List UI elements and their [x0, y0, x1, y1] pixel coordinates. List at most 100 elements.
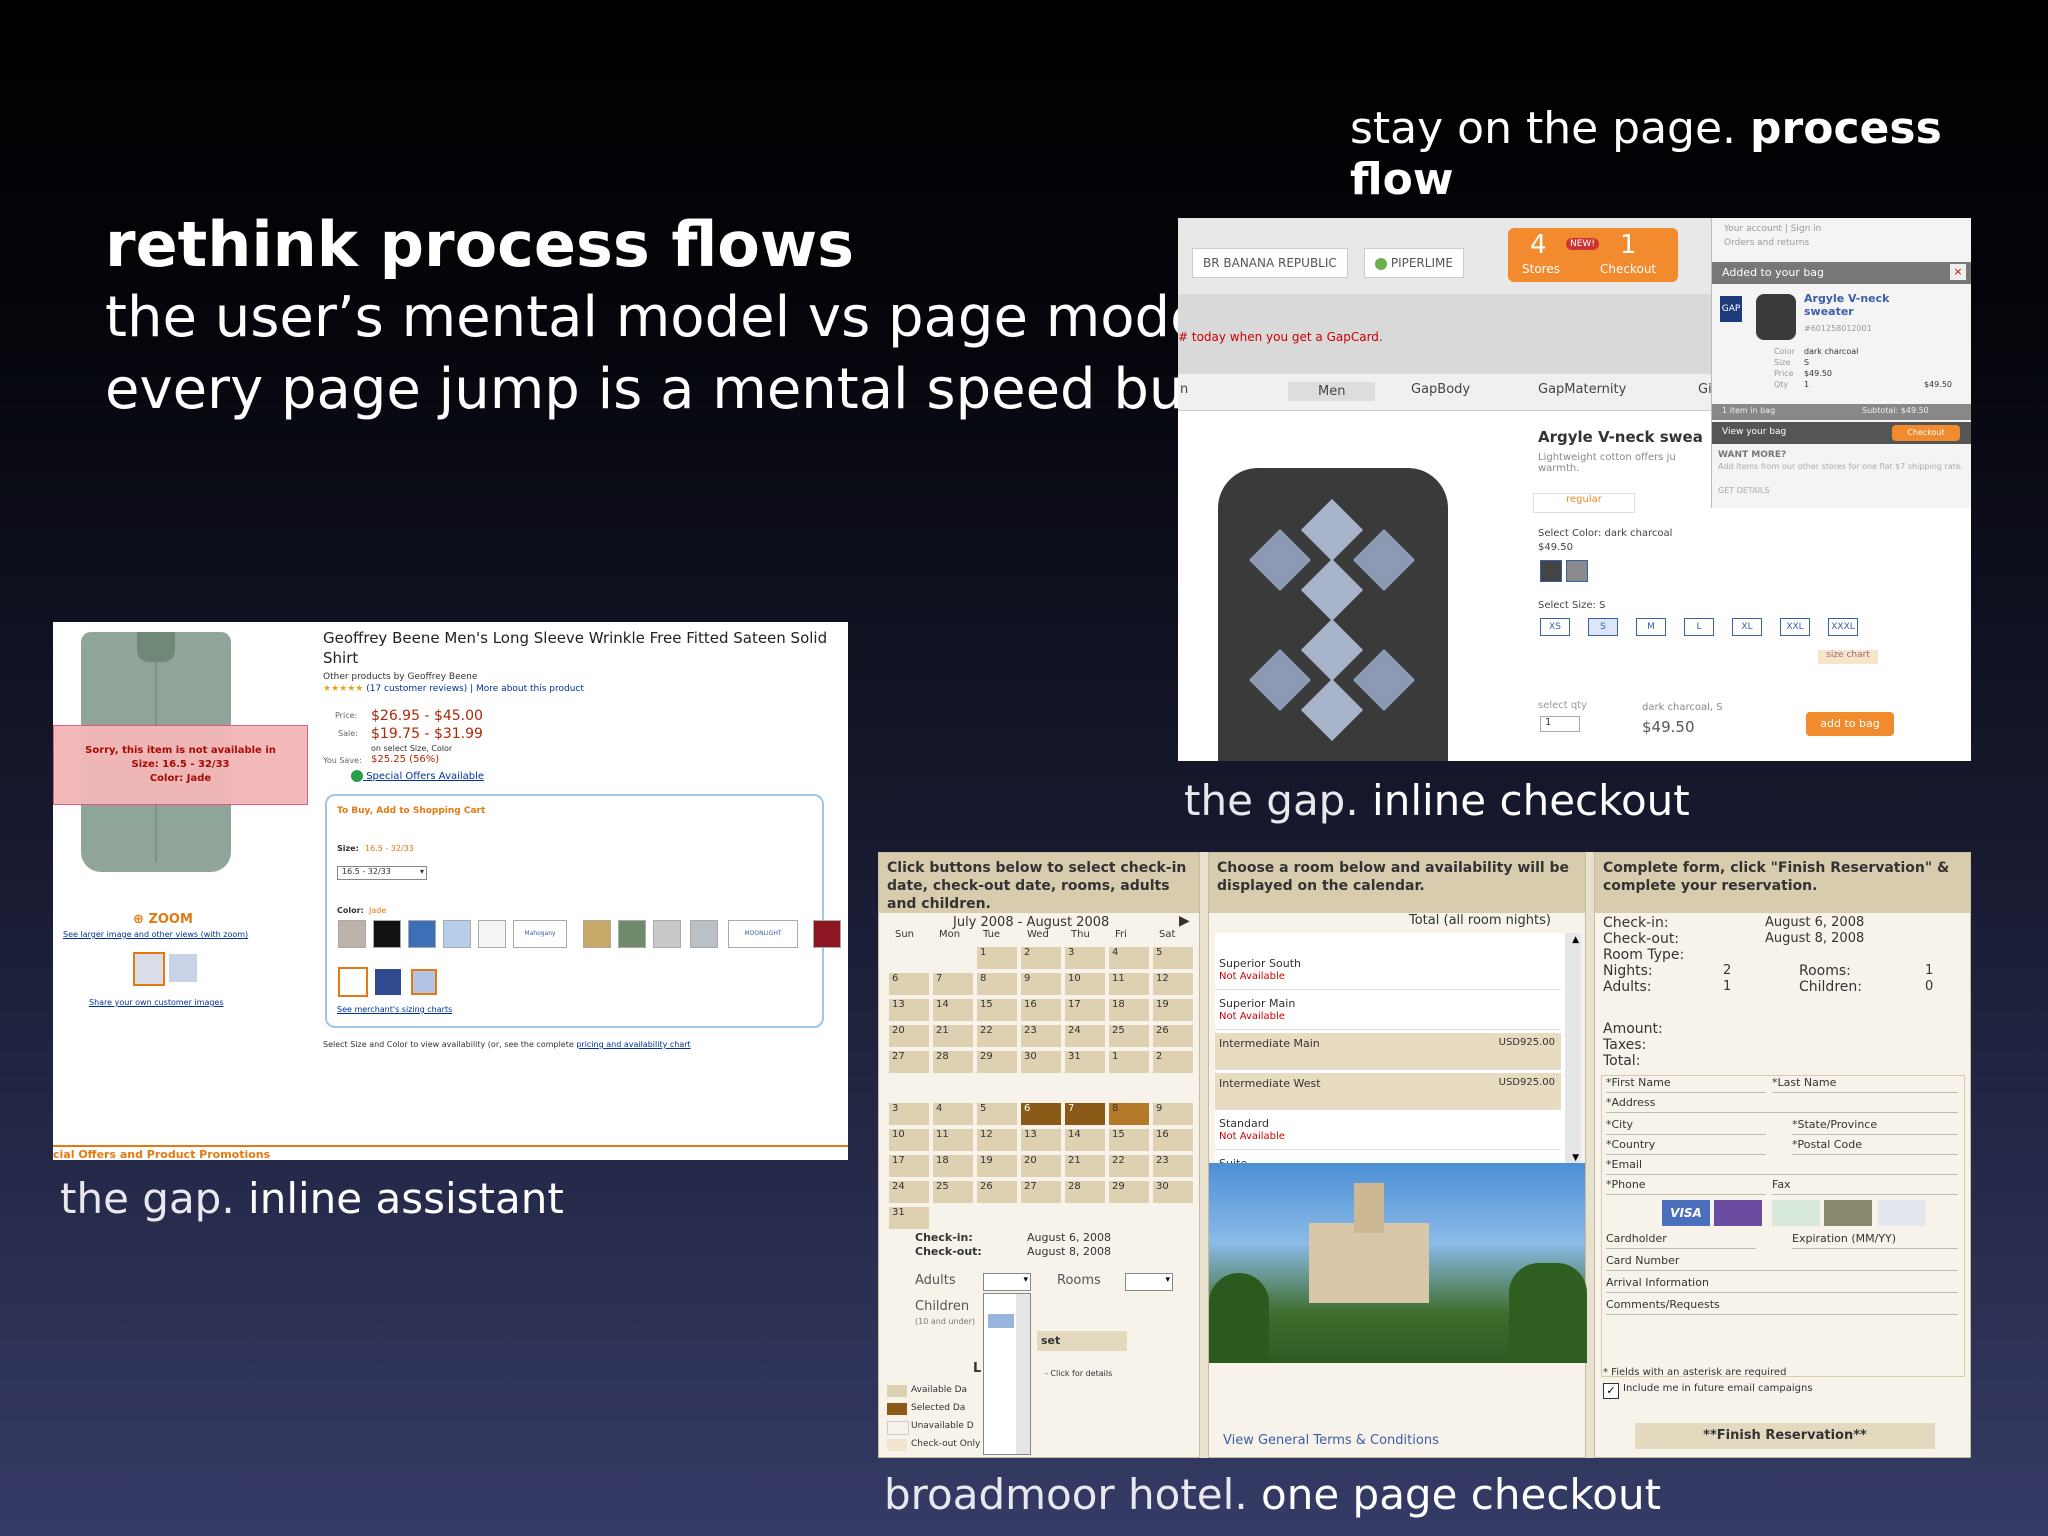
reviews-link[interactable]: (17 customer reviews) | More about this … — [366, 684, 584, 694]
finish-reservation-button[interactable]: **Finish Reservation** — [1635, 1423, 1935, 1449]
calendar-day[interactable]: 14 — [933, 999, 973, 1021]
calendar-day[interactable]: 19 — [1153, 999, 1193, 1021]
account-links[interactable]: Your account | Sign in — [1724, 224, 1821, 234]
calendar-day[interactable]: 24 — [1065, 1025, 1105, 1047]
promo-text[interactable]: # today when you get a GapCard. — [1178, 330, 1383, 344]
thumb-2[interactable] — [169, 954, 197, 982]
calendar-day[interactable]: 13 — [1021, 1129, 1061, 1151]
other-products[interactable]: Other products by Geoffrey Beene — [323, 672, 477, 682]
tab-regular[interactable]: regular — [1533, 493, 1635, 513]
mastercard-icon[interactable] — [1714, 1200, 1762, 1226]
zoom-link[interactable]: ⊕ ZOOM — [133, 912, 193, 927]
color-swatch-gray[interactable] — [1566, 560, 1588, 582]
color-swatch-charcoal[interactable] — [1540, 560, 1562, 582]
swatch-jade-selected[interactable] — [338, 967, 368, 997]
size-xs[interactable]: XS — [1540, 618, 1570, 636]
adults-select[interactable]: ▾ — [983, 1273, 1031, 1291]
calendar-day[interactable]: 31 — [1065, 1051, 1105, 1073]
size-select[interactable]: 16.5 - 32/33 ▾ — [337, 866, 427, 880]
calendar-day[interactable]: 14 — [1065, 1129, 1105, 1151]
size-xxl[interactable]: XXL — [1780, 618, 1810, 636]
country-field[interactable]: *Country — [1606, 1138, 1766, 1155]
swatch-silver[interactable] — [653, 920, 681, 948]
calendar-day[interactable]: 18 — [933, 1155, 973, 1177]
swatch-taupe[interactable] — [338, 920, 366, 948]
calendar-day[interactable]: 6 — [889, 973, 929, 995]
calendar-day[interactable]: 27 — [889, 1051, 929, 1073]
calendar-day[interactable]: 25 — [933, 1181, 973, 1203]
calendar-day[interactable]: 8 — [977, 973, 1017, 995]
tab-gapmaternity[interactable]: GapMaternity — [1538, 382, 1626, 397]
rooms-scrollbar[interactable] — [1565, 933, 1581, 1165]
calendar-day[interactable]: 17 — [889, 1155, 929, 1177]
calendar-day[interactable]: 8 — [1109, 1103, 1149, 1125]
city-field[interactable]: *City — [1606, 1118, 1766, 1135]
calendar-day[interactable]: 20 — [1021, 1155, 1061, 1177]
tab-men[interactable]: Men — [1288, 382, 1376, 401]
size-l[interactable]: L — [1684, 618, 1714, 636]
calendar-day[interactable]: 22 — [977, 1025, 1017, 1047]
calendar-day[interactable]: 10 — [889, 1129, 929, 1151]
thumb-1[interactable] — [133, 952, 165, 986]
calendar-day[interactable]: 2 — [1021, 947, 1061, 969]
swatch-black[interactable] — [373, 920, 401, 948]
stores-checkout-badge[interactable]: 4 Stores NEW! 1 Checkout — [1508, 228, 1678, 282]
larger-images-link[interactable]: See larger image and other views (with z… — [63, 930, 248, 939]
tab-gapbody[interactable]: GapBody — [1411, 382, 1470, 397]
calendar-day[interactable]: 30 — [1021, 1051, 1061, 1073]
tab-next[interactable]: Gi — [1698, 382, 1712, 397]
calendar-day[interactable]: 16 — [1153, 1129, 1193, 1151]
calendar-day[interactable]: 3 — [1065, 947, 1105, 969]
size-xl[interactable]: XL — [1732, 618, 1762, 636]
arrival-info-field[interactable]: Arrival Information — [1606, 1276, 1958, 1293]
expiration-field[interactable]: Expiration (MM/YY) — [1792, 1232, 1958, 1249]
calendar-day[interactable]: 24 — [889, 1181, 929, 1203]
scroll-down-icon[interactable]: ▼ — [1572, 1153, 1579, 1163]
calendar-day[interactable]: 5 — [977, 1103, 1017, 1125]
discover-card-icon[interactable] — [1824, 1200, 1872, 1226]
calendar-day[interactable]: 6 — [1021, 1103, 1061, 1125]
calendar-day[interactable]: 5 — [1153, 947, 1193, 969]
swatch-tan[interactable] — [583, 920, 611, 948]
swatch-blue[interactable] — [408, 920, 436, 948]
calendar-day[interactable]: 20 — [889, 1025, 929, 1047]
next-month-icon[interactable]: ▶ — [1179, 913, 1190, 929]
card-number-field[interactable]: Card Number — [1606, 1254, 1958, 1271]
swatch-white[interactable] — [478, 920, 506, 948]
calendar-day[interactable]: 1 — [1109, 1051, 1149, 1073]
calendar-day[interactable]: 31 — [889, 1207, 929, 1229]
calendar-day[interactable]: 12 — [977, 1129, 1017, 1151]
calendar-day[interactable]: 27 — [1021, 1181, 1061, 1203]
special-offers-link[interactable]: Special Offers Available — [351, 770, 484, 782]
swatch-navy[interactable] — [375, 969, 401, 995]
calendar-day[interactable]: 3 — [889, 1103, 929, 1125]
calendar-day[interactable]: 18 — [1109, 999, 1149, 1021]
fax-field[interactable]: Fax — [1772, 1178, 1958, 1195]
room-row[interactable]: Superior South Not Available — [1215, 953, 1561, 990]
add-to-bag-button[interactable]: add to bag — [1806, 712, 1894, 736]
scroll-up-icon[interactable]: ▲ — [1572, 935, 1579, 945]
calendar-day[interactable]: 2 — [1153, 1051, 1193, 1073]
calendar-day[interactable]: 15 — [1109, 1129, 1149, 1151]
swatch-moonlight[interactable]: MOONLIGHT — [728, 920, 798, 948]
calendar-day[interactable]: 7 — [1065, 1103, 1105, 1125]
diners-card-icon[interactable] — [1878, 1200, 1926, 1226]
availability-chart-link[interactable]: pricing and availability chart — [576, 1040, 690, 1049]
comments-field[interactable]: Comments/Requests — [1606, 1298, 1958, 1315]
calendar-day[interactable]: 11 — [933, 1129, 973, 1151]
banana-republic-logo[interactable]: BR BANANA REPUBLIC — [1192, 248, 1348, 278]
calendar-day[interactable]: 13 — [889, 999, 929, 1021]
terms-link[interactable]: View General Terms & Conditions — [1223, 1433, 1439, 1448]
first-name-field[interactable]: *First Name — [1606, 1076, 1766, 1093]
phone-field[interactable]: *Phone — [1606, 1178, 1766, 1195]
swatch-mahogany[interactable]: Mahogany — [513, 920, 567, 948]
reset-button[interactable]: set — [1037, 1331, 1127, 1351]
calendar-day[interactable]: 10 — [1065, 973, 1105, 995]
calendar-day[interactable]: 9 — [1021, 973, 1061, 995]
calendar-day[interactable]: 4 — [933, 1103, 973, 1125]
email-field[interactable]: *Email — [1606, 1158, 1958, 1175]
calendar-day[interactable]: 17 — [1065, 999, 1105, 1021]
amex-card-icon[interactable] — [1772, 1200, 1820, 1226]
calendar-day[interactable]: 23 — [1153, 1155, 1193, 1177]
last-name-field[interactable]: *Last Name — [1772, 1076, 1958, 1093]
